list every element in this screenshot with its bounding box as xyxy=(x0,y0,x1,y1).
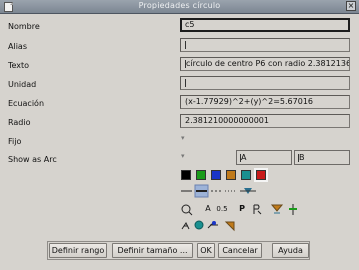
magnifier-handle xyxy=(188,211,193,216)
radio-field[interactable]: 2.381210000000001 xyxy=(180,114,350,128)
cancelar-button[interactable]: Cancelar xyxy=(218,243,262,258)
filled-circle-icon[interactable] xyxy=(194,220,204,230)
fijo-checkbox[interactable]: ▾ xyxy=(181,135,187,142)
ayuda-button[interactable]: Ayuda xyxy=(272,243,309,258)
ecuacion-field[interactable]: (x-1.77929)^2+(y)^2=5.67016 xyxy=(180,95,350,109)
definir-tamano-button[interactable]: Definir tamaño ... xyxy=(112,243,193,258)
color-swatch[interactable] xyxy=(211,170,221,180)
color-swatch[interactable] xyxy=(241,170,251,180)
line-style-toolbar xyxy=(181,184,256,198)
label-nombre: Nombre xyxy=(8,22,40,31)
label-texto: Texto xyxy=(8,61,30,70)
sector-dot xyxy=(212,221,216,225)
text-p-tool[interactable]: P xyxy=(238,204,246,214)
label-ecuacion: Ecuación xyxy=(8,99,45,108)
segment-icon[interactable] xyxy=(224,221,235,232)
unidad-field[interactable] xyxy=(180,76,350,90)
angle-icon[interactable] xyxy=(181,222,190,230)
text-caret xyxy=(185,40,186,49)
arc-end-field[interactable]: B xyxy=(294,150,350,165)
color-swatch[interactable] xyxy=(254,168,268,182)
text-caret xyxy=(185,78,186,87)
color-swatch[interactable] xyxy=(196,170,206,180)
extra-toolbar xyxy=(181,220,235,232)
magnifier-icon[interactable] xyxy=(181,204,191,214)
label-show-as-arc: Show as Arc xyxy=(8,155,57,164)
texto-field[interactable]: círculo de centro P6 con radio 2.3812136 xyxy=(180,57,350,71)
p-arrow-icon[interactable] xyxy=(253,204,262,215)
alias-field[interactable] xyxy=(180,38,350,52)
display-toolbar-2 xyxy=(253,204,297,215)
label-radio: Radio xyxy=(8,118,31,127)
properties-dialog: Propiedades círculo × Nombre c5 Alias Te… xyxy=(0,0,359,270)
definir-rango-button[interactable]: Definir rango xyxy=(49,243,107,258)
color-swatch[interactable] xyxy=(181,170,191,180)
nombre-field[interactable]: c5 xyxy=(180,18,350,32)
text-a-tool[interactable]: A xyxy=(203,204,213,214)
paint-icon[interactable] xyxy=(270,204,284,212)
arc-start-field[interactable]: A xyxy=(236,150,292,165)
ok-button[interactable]: OK xyxy=(197,243,215,258)
title-bar[interactable]: Propiedades círculo × xyxy=(0,0,359,14)
color-swatch[interactable] xyxy=(226,170,236,180)
text-size-value[interactable]: 0.5 xyxy=(215,204,229,214)
show-as-arc-checkbox[interactable]: ▾ xyxy=(181,153,187,160)
label-fijo: Fijo xyxy=(8,137,22,146)
close-icon[interactable]: × xyxy=(346,1,356,11)
label-unidad: Unidad xyxy=(8,80,37,89)
window-title: Propiedades círculo xyxy=(138,1,221,10)
label-alias: Alias xyxy=(8,42,27,51)
